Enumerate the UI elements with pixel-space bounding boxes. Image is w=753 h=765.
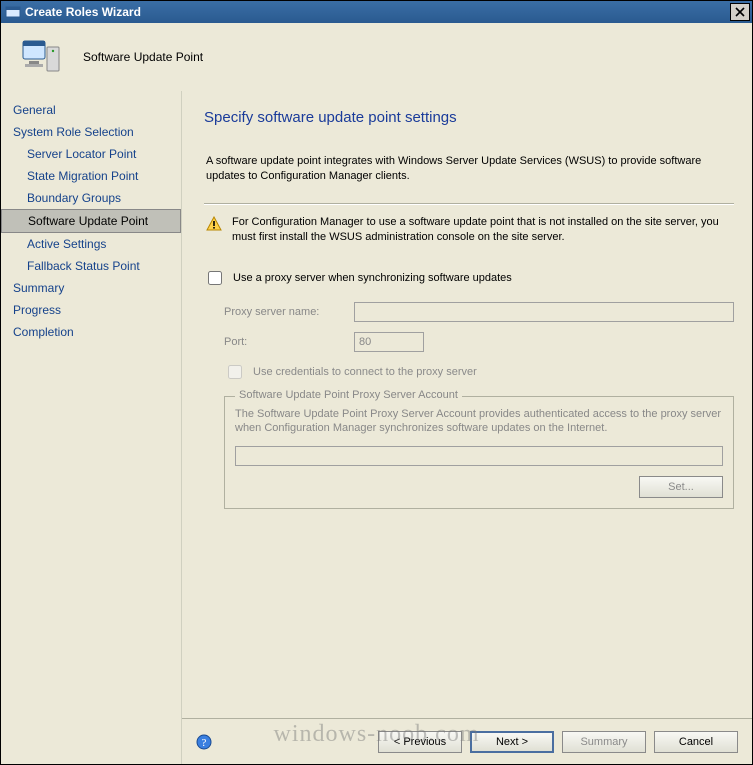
sidebar-item[interactable]: System Role Selection [11,121,181,143]
sidebar-item[interactable]: Boundary Groups [11,187,181,209]
sidebar-item[interactable]: Summary [11,277,181,299]
sidebar-item[interactable]: Software Update Point [1,209,181,233]
use-proxy-row: Use a proxy server when synchronizing so… [204,268,734,288]
help-icon: ? [196,734,212,750]
intro-text: A software update point integrates with … [204,154,734,185]
proxy-name-label: Proxy server name: [224,306,354,318]
proxy-name-input[interactable] [354,302,734,322]
groupbox-desc: The Software Update Point Proxy Server A… [235,407,723,437]
proxy-form: Proxy server name: Port: Use credentials… [204,302,734,510]
use-credentials-checkbox[interactable] [228,365,242,379]
warning-text: For Configuration Manager to use a softw… [232,215,734,246]
cancel-button[interactable]: Cancel [654,731,738,753]
next-button[interactable]: Next > [470,731,554,753]
wizard-header: Software Update Point [1,23,752,91]
use-credentials-row: Use credentials to connect to the proxy … [224,362,734,382]
sidebar-item[interactable]: Fallback Status Point [11,255,181,277]
proxy-account-input[interactable] [235,446,723,466]
warning-icon [206,216,222,232]
wizard-content: Specify software update point settings A… [182,91,752,718]
proxy-port-label: Port: [224,336,354,348]
groupbox-legend: Software Update Point Proxy Server Accou… [235,389,462,401]
sidebar-item[interactable]: Progress [11,299,181,321]
title-bar: Create Roles Wizard [1,1,752,23]
sidebar-item[interactable]: Completion [11,321,181,343]
groupbox-button-row: Set... [235,476,723,498]
use-proxy-checkbox[interactable] [208,271,222,285]
proxy-name-row: Proxy server name: [224,302,734,322]
wizard-icon [17,33,65,81]
warning-row: For Configuration Manager to use a softw… [204,215,734,246]
set-account-button[interactable]: Set... [639,476,723,498]
sidebar-item[interactable]: Active Settings [11,233,181,255]
content-wrap: Specify software update point settings A… [181,91,752,764]
proxy-port-row: Port: [224,332,734,352]
wizard-subtitle: Software Update Point [83,50,203,64]
wizard-window: Create Roles Wizard Software Update Poin… [0,0,753,765]
use-proxy-label: Use a proxy server when synchronizing so… [233,272,512,284]
svg-text:?: ? [202,737,207,749]
divider [204,203,734,205]
window-title: Create Roles Wizard [25,5,730,19]
sidebar-item[interactable]: State Migration Point [11,165,181,187]
wizard-sidebar: GeneralSystem Role SelectionServer Locat… [1,91,181,764]
wizard-footer: ? < Previous Next > Summary Cancel [182,718,752,764]
sidebar-item[interactable]: Server Locator Point [11,143,181,165]
proxy-port-input[interactable] [354,332,424,352]
page-heading: Specify software update point settings [204,109,734,126]
close-icon [735,7,745,17]
summary-button[interactable]: Summary [562,731,646,753]
wizard-body: GeneralSystem Role SelectionServer Locat… [1,91,752,764]
proxy-account-groupbox: Software Update Point Proxy Server Accou… [224,396,734,510]
sidebar-item[interactable]: General [11,99,181,121]
close-button[interactable] [730,3,750,21]
use-credentials-label: Use credentials to connect to the proxy … [253,366,477,378]
previous-button[interactable]: < Previous [378,731,462,753]
app-icon [5,4,21,20]
help-button[interactable]: ? [196,734,212,750]
